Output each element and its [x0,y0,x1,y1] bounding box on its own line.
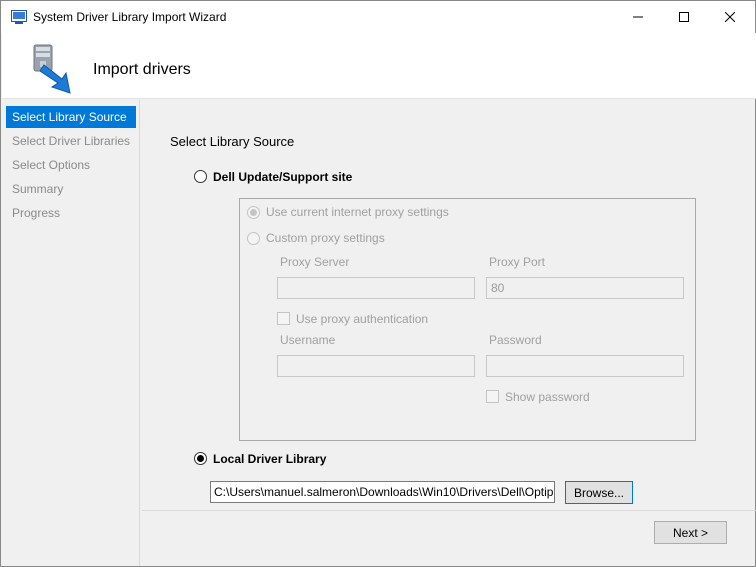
title-bar: System Driver Library Import Wizard [1,1,755,33]
maximize-button[interactable] [661,1,707,33]
proxy-server-label: Proxy Server [280,255,350,269]
proxy-server-input[interactable] [277,277,475,299]
password-label: Password [489,333,542,347]
page-title: Import drivers [93,61,191,78]
maximize-icon [679,12,689,22]
header-banner: Import drivers [2,33,756,99]
username-input[interactable] [277,355,475,377]
import-drivers-icon [33,44,71,94]
nav-item-select-options[interactable]: Select Options [6,154,136,176]
minimize-button[interactable] [615,1,661,33]
nav-item-select-library-source[interactable]: Select Library Source [6,106,136,128]
close-icon [725,12,735,22]
footer-divider [142,510,756,511]
use-proxy-auth-checkbox[interactable] [277,312,290,325]
wizard-step-nav: Select Library Source Select Driver Libr… [2,100,140,566]
window-title: System Driver Library Import Wizard [33,10,227,24]
library-path-input[interactable]: C:\Users\manuel.salmeron\Downloads\Win10… [210,481,555,503]
proxy-port-label: Proxy Port [489,255,546,269]
main-panel: Select Library Source Dell Update/Suppor… [141,100,756,566]
local-driver-library-radio[interactable] [194,452,207,465]
custom-proxy-radio[interactable] [247,232,260,245]
local-driver-library-label[interactable]: Local Driver Library [213,452,326,466]
custom-proxy-label: Custom proxy settings [266,231,385,245]
nav-item-summary[interactable]: Summary [6,178,136,200]
nav-item-select-driver-libraries[interactable]: Select Driver Libraries [6,130,136,152]
close-button[interactable] [707,1,753,33]
browse-button[interactable]: Browse... [565,481,633,504]
dell-support-site-radio[interactable] [194,170,207,183]
password-input[interactable] [486,355,684,377]
show-password-label: Show password [505,390,590,404]
proxy-port-input[interactable]: 80 [486,277,684,299]
app-icon [11,10,27,24]
dell-support-site-label[interactable]: Dell Update/Support site [213,170,352,184]
minimize-icon [633,16,643,18]
use-current-proxy-label: Use current internet proxy settings [266,205,449,219]
nav-item-progress[interactable]: Progress [6,202,136,224]
wizard-window: System Driver Library Import Wizard Impo… [0,0,756,567]
use-proxy-auth-label: Use proxy authentication [296,312,429,326]
show-password-checkbox[interactable] [486,390,499,403]
next-button[interactable]: Next > [654,521,727,544]
section-title: Select Library Source [170,134,295,149]
username-label: Username [280,333,336,347]
use-current-proxy-radio[interactable] [247,206,260,219]
